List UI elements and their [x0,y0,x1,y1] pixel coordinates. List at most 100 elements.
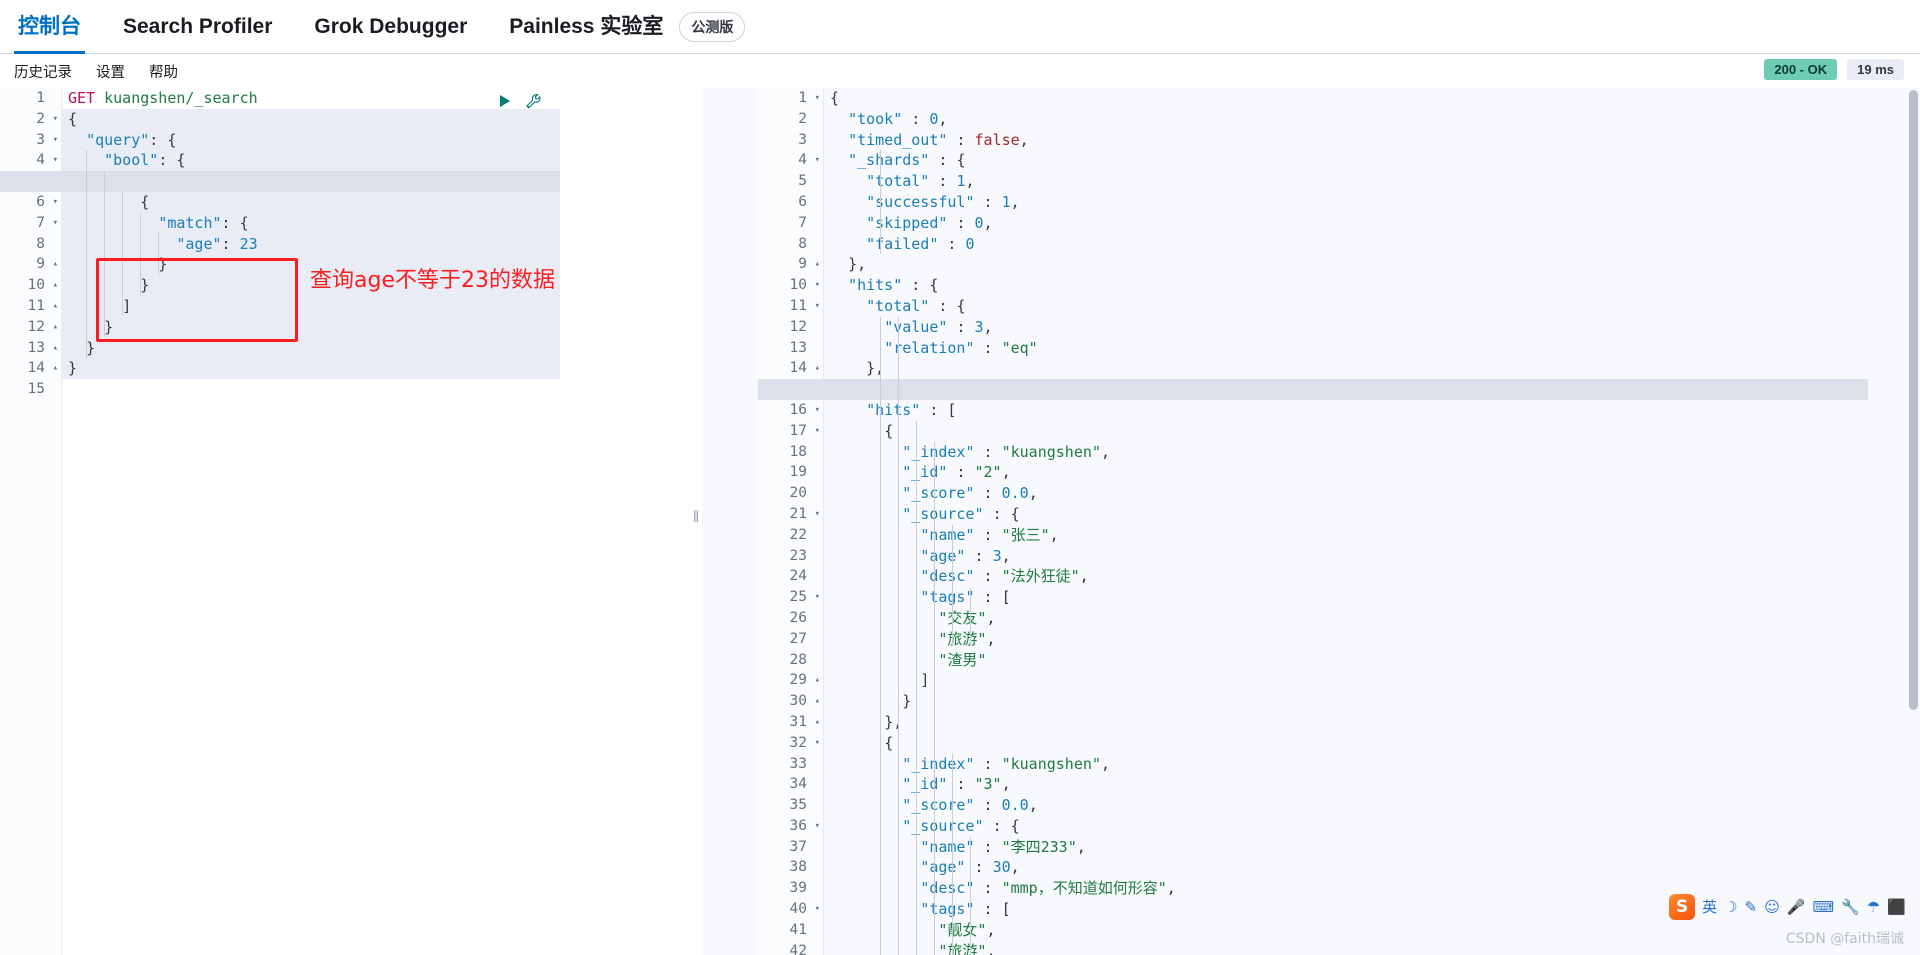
fold-toggle-icon[interactable]: ▴ [48,338,58,359]
line-number: 10 ▴ [0,275,61,296]
fold-toggle-icon[interactable]: ▴ [810,358,820,379]
response-active-line-highlight [758,379,1868,400]
submenu-item-help[interactable]: 帮助 [149,61,178,82]
line-number: 31 ▴ [758,712,823,733]
indent-guide [952,525,953,645]
fold-toggle-icon[interactable]: ▴ [810,691,820,712]
fold-toggle-icon[interactable]: ▴ [810,254,820,275]
line-number: 2 ▾ [0,109,61,130]
code-line: "desc" : "法外狂徒", [920,567,1089,586]
ime-keyboard-icon[interactable]: ⌨ [1813,899,1835,915]
request-editor[interactable]: 12▾3▾4▾5▾6▾7▾89▴10▴11▴12▴13▴14▴15 GET ku… [0,88,690,955]
code-line: "age" : 30, [920,858,1020,877]
fold-toggle-icon[interactable]: ▴ [48,358,58,379]
fold-toggle-icon[interactable]: ▾ [810,400,820,421]
fold-toggle-icon[interactable]: ▾ [48,192,58,213]
line-number: 28 [789,651,807,668]
response-code: { "took" : 0, "timed_out" : false, "_sha… [824,88,1920,955]
sogou-logo-icon[interactable]: S [1669,894,1696,920]
code-line: "timed_out" : false, [848,130,1029,149]
fold-toggle-icon[interactable]: ▴ [48,317,58,338]
indent-guide [122,192,123,316]
fold-toggle-icon[interactable]: ▾ [48,109,58,130]
code-line: { [830,89,840,107]
tab-grok-debugger[interactable]: Grok Debugger [310,0,471,54]
fold-toggle-icon[interactable]: ▴ [48,275,58,296]
code-line: "match": { [158,213,249,232]
tab-console[interactable]: 控制台 [14,0,85,54]
fold-toggle-icon[interactable]: ▴ [810,712,820,733]
code-line: "tags" : [ [920,588,1011,607]
fold-toggle-icon[interactable]: ▾ [48,130,58,151]
watermark: CSDN @faith瑞诚 [1785,931,1904,947]
ime-tools-icon[interactable]: 🔧 [1841,899,1860,915]
code-line: }, [848,255,867,274]
indent-guide [970,837,971,955]
fold-toggle-icon[interactable]: ▾ [810,150,820,171]
code-line: "_score" : 0.0, [902,796,1038,815]
request-active-line-highlight [0,171,560,192]
fold-toggle-icon[interactable]: ▾ [810,504,820,525]
code-line: "hits" : [ [866,400,957,419]
code-line: ] [920,671,930,690]
resize-grip-icon[interactable]: ‖ [692,508,700,528]
line-number: 42 [789,942,807,955]
fold-toggle-icon[interactable]: ▴ [48,254,58,275]
fold-toggle-icon[interactable]: ▾ [810,733,820,754]
code-line: "_source" : { [902,816,1020,835]
indent-guide [880,317,881,955]
code-line: "age" : 3, [920,546,1011,565]
fold-toggle-icon[interactable]: ▴ [48,296,58,317]
ime-emoji-icon[interactable]: ☺ [1764,899,1780,915]
code-line: } [86,338,96,357]
beta-badge: 公测版 [679,11,746,42]
response-scrollbar[interactable] [1909,90,1918,710]
fold-toggle-icon[interactable]: ▾ [810,88,820,109]
line-number: 12 ▴ [0,317,61,338]
line-number: 34 [789,776,807,793]
ime-moon-icon[interactable]: ☽ [1724,899,1737,915]
request-pane[interactable]: 12▾3▾4▾5▾6▾7▾89▴10▴11▴12▴13▴14▴15 GET ku… [0,88,690,955]
line-number: 41 [789,921,807,938]
ime-umbrella-icon[interactable]: ☂ [1867,899,1880,915]
code-line: "name" : "李四233", [920,837,1086,856]
request-line-numbers: 12▾3▾4▾5▾6▾7▾89▴10▴11▴12▴13▴14▴15 [0,88,62,955]
submenu-item-history[interactable]: 历史记录 [14,61,72,82]
line-number: 25 ▾ [758,587,823,608]
fold-toggle-icon[interactable]: ▾ [810,421,820,442]
play-icon[interactable] [497,93,513,110]
fold-toggle-icon[interactable]: ▾ [810,587,820,608]
ime-pen-icon[interactable]: ✎ [1745,899,1758,915]
line-number: 21 ▾ [758,504,823,525]
fold-toggle-icon[interactable]: ▾ [810,296,820,317]
response-pane[interactable]: 1▾234▾56789▴10▾11▾121314▴1516▾17▾1819202… [702,88,1920,955]
code-line: "age": 23 [176,234,258,253]
code-line: "took" : 0, [848,109,948,128]
line-number: 1 [36,90,45,106]
line-number: 27 [789,630,807,647]
annotation-text: 查询age不等于23的数据 [310,268,555,293]
ime-grid-icon[interactable]: ⬛ [1887,899,1906,915]
fold-toggle-icon[interactable]: ▾ [48,213,58,234]
fold-toggle-icon[interactable]: ▾ [810,275,820,296]
submenu-item-settings[interactable]: 设置 [96,61,125,82]
fold-toggle-icon[interactable]: ▾ [810,899,820,920]
code-line: "_id" : "2", [902,463,1011,482]
response-editor[interactable]: 1▾234▾56789▴10▾11▾121314▴1516▾17▾1819202… [702,88,1920,955]
wrench-icon[interactable] [525,93,542,110]
pane-divider[interactable]: ‖ [690,88,702,955]
code-line: }, [884,712,902,731]
ime-toolbar[interactable]: S 英 ☽ ✎ ☺ 🎤 ⌨ 🔧 ☂ ⬛ [1669,892,1906,922]
fold-toggle-icon[interactable]: ▾ [810,816,820,837]
tab-painless-lab[interactable]: Painless 实验室 [505,0,667,54]
response-status-group: 200 - OK 19 ms [1764,59,1904,80]
line-number: 32 ▾ [758,733,823,754]
ime-lang-icon[interactable]: 英 [1702,899,1717,915]
line-number: 4 ▾ [0,150,61,171]
request-code[interactable]: GET kuangshen/_search { "query": { "bool"… [62,88,690,955]
fold-toggle-icon[interactable]: ▾ [48,150,58,171]
ime-mic-icon[interactable]: 🎤 [1787,899,1806,915]
fold-toggle-icon[interactable]: ▴ [810,670,820,691]
tab-search-profiler[interactable]: Search Profiler [119,0,276,54]
code-line: "_index" : "kuangshen", [902,442,1110,461]
